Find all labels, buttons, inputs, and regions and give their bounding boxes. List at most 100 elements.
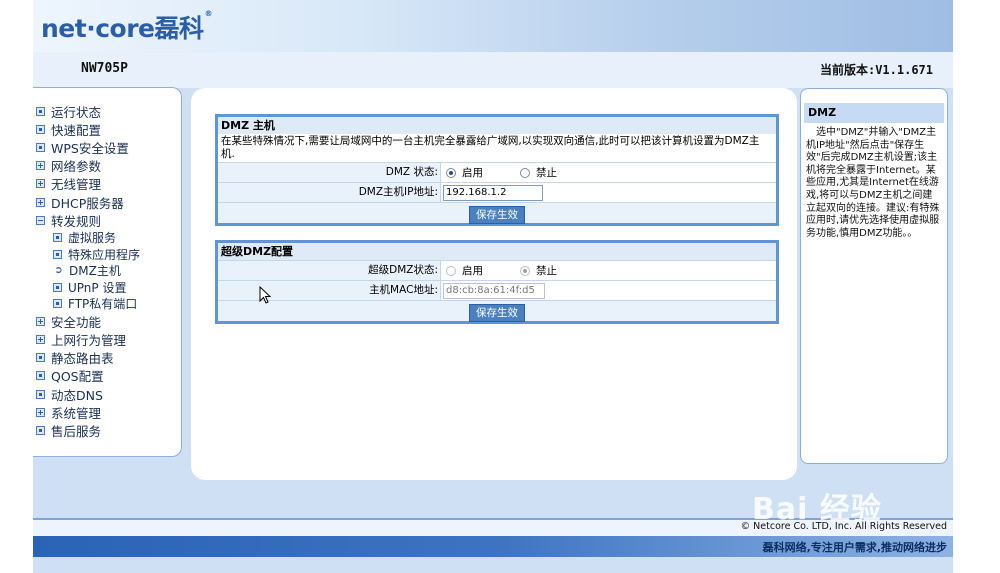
sidebar-item[interactable]: 无线管理 (36, 175, 140, 193)
registered-mark: ® (204, 9, 212, 18)
main-content-panel: DMZ 主机 在某些特殊情况下,需要让局域网中的一台主机完全暴露给广域网,以实现… (191, 88, 797, 480)
sidebar-item[interactable]: 安全功能 (36, 312, 140, 330)
menu-bullet-icon (53, 233, 62, 243)
header-banner: net·core磊科® (33, 0, 953, 52)
expand-icon (36, 179, 45, 189)
sidebar-item-label: 虚拟服务 (68, 231, 117, 246)
model-name: NW705P (81, 61, 128, 76)
sidebar-item-label: 安全功能 (51, 314, 102, 330)
help-panel: DMZ 选中"DMZ"并输入"DMZ主机IP地址"然后点击"保存生效"后完成DM… (800, 88, 948, 464)
super-dmz-button-row: 保存生效 (218, 300, 776, 322)
sidebar-item-label: 运行状态 (51, 104, 102, 120)
expand-icon (36, 197, 45, 207)
sidebar-item[interactable]: 系统管理 (36, 403, 140, 421)
expand-icon (36, 407, 45, 417)
sidebar-item-label: UPnP 设置 (68, 280, 127, 295)
arrow-right-icon: ➲ (54, 265, 63, 277)
sidebar-item-label: DMZ主机 (69, 264, 121, 279)
sidebar-item-label: FTP私有端口 (68, 297, 138, 312)
firmware-version: 当前版本:V1.1.671 (819, 63, 933, 77)
super-dmz-section: 超级DMZ配置 超级DMZ状态: 启用 禁止 主机MAC地址: d8:cb:8a… (215, 240, 779, 324)
super-dmz-save-button[interactable]: 保存生效 (469, 304, 525, 322)
expand-icon (36, 316, 45, 326)
sidebar-item[interactable]: WPS安全设置 (36, 138, 140, 156)
super-dmz-mac-input[interactable]: d8:cb:8a:61:4f:d5 (443, 282, 545, 299)
sidebar-item[interactable]: 网络参数 (36, 157, 140, 175)
dmz-enable-radio[interactable] (446, 167, 456, 178)
sidebar-item-label: 动态DNS (51, 387, 103, 403)
dmz-enable-label: 启用 (462, 167, 483, 179)
sidebar-item-label: 静态路由表 (51, 351, 114, 367)
sidebar-item[interactable]: DHCP服务器 (36, 193, 140, 211)
netcore-logo: net·core磊科® (41, 9, 212, 45)
sidebar-item-label: 上网行为管理 (51, 333, 127, 349)
dmz-disable-label: 禁止 (536, 167, 557, 179)
super-dmz-status-label: 超级DMZ状态: (218, 261, 441, 280)
dmz-save-button[interactable]: 保存生效 (469, 206, 525, 224)
super-dmz-mac-row: 主机MAC地址: d8:cb:8a:61:4f:d5 (218, 280, 776, 300)
super-dmz-disable-radio[interactable] (520, 265, 530, 276)
menu-bullet-icon (53, 282, 62, 292)
sidebar-item[interactable]: 特殊应用程序 (36, 246, 140, 263)
sidebar-item-label: 系统管理 (51, 405, 102, 421)
dmz-status-label: DMZ 状态: (218, 163, 441, 182)
sidebar-item[interactable]: QOS配置 (36, 367, 140, 385)
sidebar-item-label: QOS配置 (51, 369, 104, 385)
sidebar-item[interactable]: 动态DNS (36, 385, 140, 403)
sidebar-item[interactable]: ➲ DMZ主机 (36, 263, 140, 280)
dmz-ip-input[interactable]: 192.168.1.2 (443, 184, 543, 201)
footer-slogan: 磊科网络,专注用户需求,推动网络进步 (762, 541, 947, 554)
sidebar-item-label: 网络参数 (51, 159, 102, 175)
sidebar-item-label: 快速配置 (51, 122, 102, 138)
sidebar-item-label: 售后服务 (51, 424, 102, 439)
model-band (33, 52, 953, 88)
dmz-ip-row: DMZ主机IP地址: 192.168.1.2 (218, 182, 776, 202)
sidebar-item-label: DHCP服务器 (51, 195, 124, 211)
menu-bullet-icon (36, 426, 45, 435)
sidebar-item[interactable]: 快速配置 (36, 120, 140, 138)
dmz-section-title: DMZ 主机 (218, 117, 776, 134)
help-title: DMZ (804, 103, 944, 123)
super-dmz-mac-label: 主机MAC地址: (218, 281, 441, 300)
super-dmz-enable-radio[interactable] (446, 265, 456, 276)
sidebar-item[interactable]: 运行状态 (36, 102, 140, 120)
sidebar-item-label: WPS安全设置 (51, 140, 129, 156)
sidebar-item[interactable]: UPnP 设置 (36, 279, 140, 296)
sidebar-item[interactable]: 虚拟服务 (36, 229, 140, 246)
sidebar-menu: 运行状态快速配置 WPS安全设置 网络参数无线管理 DHCP服务器 转发规则虚拟服务 特殊… (33, 87, 182, 457)
dmz-disable-radio[interactable] (520, 167, 530, 178)
expand-icon (36, 161, 45, 171)
sidebar-item-label: 转发规则 (51, 213, 102, 229)
expand-icon (36, 335, 45, 345)
logo-text: net·core磊科 (41, 14, 204, 43)
sidebar-item-label: 特殊应用程序 (68, 247, 141, 262)
collapse-icon (36, 215, 45, 225)
menu-bullet-icon (36, 142, 45, 152)
super-dmz-status-row: 超级DMZ状态: 启用 禁止 (218, 260, 776, 280)
menu-bullet-icon (53, 299, 62, 309)
dmz-description: 在某些特殊情况下,需要让局域网中的一台主机完全暴露给广域网,以实现双向通信,此时… (221, 135, 760, 160)
menu-bullet-icon (36, 124, 45, 134)
sidebar-item[interactable]: 静态路由表 (36, 349, 140, 367)
dmz-host-section: DMZ 主机 在某些特殊情况下,需要让局域网中的一台主机完全暴露给广域网,以实现… (215, 114, 779, 226)
mouse-cursor-icon (259, 286, 272, 304)
sidebar-item[interactable]: 转发规则 (36, 211, 140, 229)
baidu-jingyan-watermark: Bai 经验 (752, 492, 882, 527)
sidebar-item[interactable]: 售后服务 (36, 421, 140, 439)
sidebar-item[interactable]: 上网行为管理 (36, 330, 140, 348)
sidebar-item[interactable]: FTP私有端口 (36, 296, 140, 313)
super-dmz-disable-label: 禁止 (536, 265, 557, 277)
menu-bullet-icon (36, 371, 45, 381)
super-dmz-enable-label: 启用 (462, 265, 483, 277)
dmz-button-row: 保存生效 (218, 202, 776, 224)
super-dmz-title: 超级DMZ配置 (218, 243, 776, 260)
menu-bullet-icon (36, 353, 45, 363)
menu-bullet-icon (53, 249, 62, 259)
sidebar-nav-list: 运行状态快速配置 WPS安全设置 网络参数无线管理 DHCP服务器 转发规则虚拟服务 特殊… (36, 102, 140, 440)
help-text: 选中"DMZ"并输入"DMZ主机IP地址"然后点击"保存生效"后完成DMZ主机设… (806, 127, 940, 239)
dmz-status-row: DMZ 状态: 启用 禁止 (218, 162, 776, 182)
menu-bullet-icon (36, 106, 45, 116)
dmz-ip-label: DMZ主机IP地址: (218, 183, 441, 202)
sidebar-item-label: 无线管理 (51, 177, 102, 193)
menu-bullet-icon (36, 389, 45, 399)
